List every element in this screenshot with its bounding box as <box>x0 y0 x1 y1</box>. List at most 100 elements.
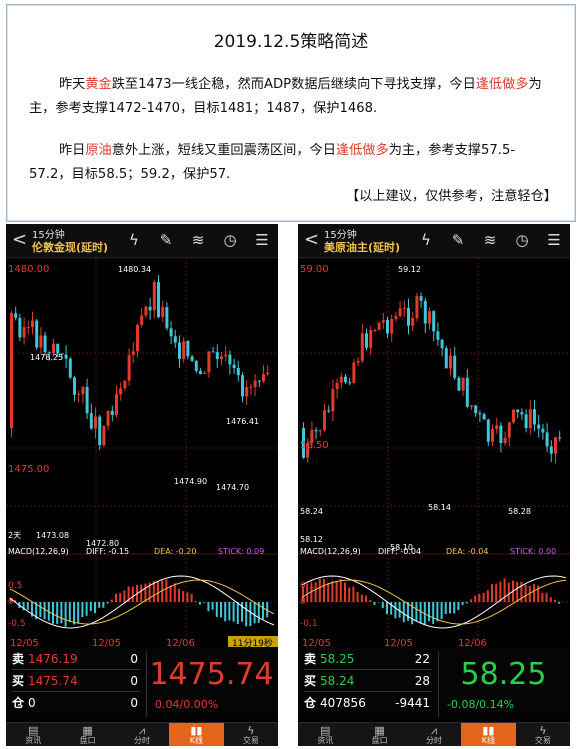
macd-bar <box>144 583 147 602</box>
candle-body <box>136 324 139 352</box>
macd-bar <box>373 602 376 605</box>
lightning-icon[interactable]: ϟ <box>124 230 144 250</box>
tab-label: 分时 <box>426 736 443 745</box>
macd-bar <box>394 602 397 619</box>
clock-icon[interactable]: ◷ <box>512 230 532 250</box>
macd-bar <box>318 578 321 602</box>
price-axis-label: 58.50 <box>300 440 329 451</box>
macd-stick: STICK: 0.09 <box>218 547 264 556</box>
candle-body <box>377 322 381 330</box>
candle-body <box>110 410 114 415</box>
lightning-icon[interactable]: ϟ <box>416 230 436 250</box>
candle-body <box>352 362 356 383</box>
tab-kline[interactable]: ▮▮ K线 <box>169 723 224 746</box>
macd-bar <box>73 602 75 625</box>
menu-icon[interactable]: ☰ <box>252 230 272 250</box>
candle-body <box>373 329 377 331</box>
tab-trade[interactable]: ϟ 交易 <box>516 723 570 746</box>
candle-body <box>478 413 482 415</box>
instrument-name[interactable]: 美原油主(延时) <box>324 239 400 255</box>
macd-bar <box>453 602 456 614</box>
macd-bar <box>507 582 510 602</box>
pen-icon[interactable]: ✎ <box>448 230 468 250</box>
tab-label: K线 <box>481 736 496 745</box>
tab-label: 资讯 <box>25 736 42 745</box>
candle-body <box>35 320 39 348</box>
pen-icon[interactable]: ✎ <box>156 230 176 250</box>
macd-bar <box>558 602 561 604</box>
tab-timeshare[interactable]: ⩘ 分时 <box>407 723 461 746</box>
candle-body <box>178 342 181 359</box>
price-change: 0.04/0.00% <box>155 698 219 711</box>
macd-bar <box>56 602 59 624</box>
sell-row[interactable]: 卖 58.25 22 <box>304 649 432 670</box>
candle-body <box>449 355 452 369</box>
candle-body <box>344 376 347 383</box>
price-annotation: 1480.34 <box>118 265 151 274</box>
macd-bar <box>199 602 201 605</box>
macd-bar <box>106 602 109 604</box>
trade-icon: ϟ <box>247 724 255 737</box>
macd-bar <box>428 602 430 622</box>
macd-bar <box>495 583 498 602</box>
macd-bar <box>486 590 489 602</box>
macd-bar <box>335 581 338 602</box>
macd-bar <box>85 602 88 616</box>
oil-kline-chart[interactable]: 59.0058.5059.1258.2458.1258.14 58.2858.10… <box>298 258 570 648</box>
candle-body <box>131 351 135 356</box>
price-annotation: 58.28 <box>508 507 531 516</box>
timeshare-icon: ⩘ <box>430 724 438 737</box>
macd-bar <box>232 602 235 622</box>
tab-label: 资讯 <box>317 736 334 745</box>
draw-line-icon[interactable]: ≋ <box>188 230 208 250</box>
candle-body <box>457 377 461 391</box>
macd-bar <box>119 592 122 602</box>
menu-icon[interactable]: ☰ <box>544 230 564 250</box>
disclaimer: 【以上建议，仅供参考，注意轻仓】 <box>346 189 557 204</box>
news-icon: ▤ <box>28 724 39 737</box>
macd-bar <box>482 592 485 602</box>
price-annotation: 1473.08 <box>36 531 69 540</box>
tab-trade[interactable]: ϟ 交易 <box>224 723 278 746</box>
instrument-name[interactable]: 伦敦金现(延时) <box>32 239 108 255</box>
tab-orderbook[interactable]: ▦ 盘口 <box>60 723 114 746</box>
candle-body <box>436 331 440 340</box>
draw-line-icon[interactable]: ≋ <box>480 230 500 250</box>
macd-bar <box>478 593 481 602</box>
candle-body <box>381 319 385 323</box>
oil-quote-panel: 卖 58.25 22 买 58.24 28 仓 407856 -9441 58.25 -0.… <box>298 647 570 719</box>
candle-body <box>182 340 186 359</box>
macd-bar <box>386 602 388 615</box>
macd-bar <box>348 587 351 602</box>
oil-strategy-paragraph: 昨日原油意外上涨，短线又重回震荡区间，今日逢低做多为主，参考支撑57.5-57.… <box>29 139 557 187</box>
macd-bar <box>419 602 422 624</box>
macd-bar <box>533 584 535 602</box>
buy-volume: 28 <box>414 674 430 688</box>
candle-body <box>81 386 85 394</box>
candle-body <box>18 317 22 338</box>
macd-bar <box>178 588 180 602</box>
macd-bar <box>123 590 126 602</box>
candle-body <box>26 327 30 329</box>
clock-icon[interactable]: ◷ <box>220 230 240 250</box>
macd-bar <box>444 602 447 614</box>
macd-bar <box>182 591 185 602</box>
tab-timeshare[interactable]: ⩘ 分时 <box>115 723 169 746</box>
gold-quote-panel: 卖 1476.19 0 买 1475.74 0 仓00 1475.74 0.04/0.0… <box>6 647 278 719</box>
timeshare-icon: ⩘ <box>138 724 146 737</box>
macd-bar <box>207 602 210 612</box>
sell-volume: 22 <box>414 652 430 666</box>
buy-row[interactable]: 买 58.24 28 <box>304 671 432 692</box>
tab-kline[interactable]: ▮▮ K线 <box>461 723 516 746</box>
tab-orderbook[interactable]: ▦ 盘口 <box>352 723 406 746</box>
strategy-title: 2019.12.5策略简述 <box>213 32 369 52</box>
buy-row[interactable]: 买 1475.74 0 <box>12 671 140 692</box>
sell-row[interactable]: 卖 1476.19 0 <box>12 649 140 670</box>
tab-news[interactable]: ▤ 资讯 <box>6 723 60 746</box>
back-icon[interactable]: < <box>304 230 319 250</box>
tab-news[interactable]: ▤ 资讯 <box>298 723 352 746</box>
back-icon[interactable]: < <box>12 230 27 250</box>
gold-kline-chart[interactable]: 1480.00 1475.00 1480.34 1478.25 1476.41 1474.… <box>6 258 278 648</box>
macd-diff: DIFF: -0.04 <box>378 547 421 556</box>
macd-bar <box>89 602 92 612</box>
